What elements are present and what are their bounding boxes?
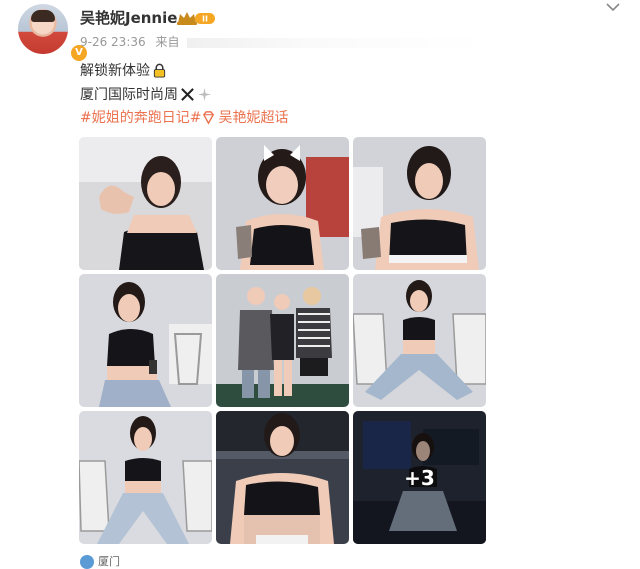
post-hashtags: #妮姐的奔跑日记# 吴艳妮超话 [80, 108, 288, 128]
supertopic-link[interactable]: 吴艳妮超话 [218, 110, 288, 126]
post-meta: 9-26 23:36 来自 [80, 33, 488, 50]
post-timestamp[interactable]: 9-26 23:36 [80, 35, 146, 49]
photo-thumbnail[interactable] [216, 137, 349, 270]
post-source-prefix: 来自 [155, 35, 180, 49]
svg-text:II: II [202, 15, 208, 24]
location-icon [80, 555, 94, 569]
post-source-blurred [187, 37, 488, 48]
post-text-line-1: 解锁新体验 [80, 61, 167, 81]
photo-thumbnail[interactable] [353, 137, 486, 270]
photo-thumbnail[interactable] [79, 411, 212, 544]
avatar[interactable]: V [18, 4, 89, 63]
location-tag[interactable]: 厦门 [80, 553, 120, 569]
photo-grid: +3 [79, 137, 487, 545]
author-name[interactable]: 吴艳妮Jennie [80, 8, 177, 28]
photo-thumbnail-more[interactable]: +3 [353, 411, 486, 544]
more-photos-count[interactable]: +3 [353, 411, 486, 544]
photo-thumbnail[interactable] [353, 274, 486, 407]
crossed-swords-icon [181, 88, 194, 101]
chevron-down-icon[interactable] [606, 2, 620, 12]
photo-thumbnail[interactable] [216, 411, 349, 544]
photo-thumbnail[interactable] [79, 137, 212, 270]
lock-icon [153, 63, 166, 78]
photo-thumbnail[interactable] [216, 274, 349, 407]
photo-thumbnail[interactable] [79, 274, 212, 407]
vip-crown-icon[interactable]: II [176, 10, 216, 26]
sparkle-icon [197, 87, 212, 102]
diamond-supertopic-icon [203, 111, 215, 125]
post-text-line-2: 厦门国际时尚周 [80, 85, 212, 105]
hashtag-link[interactable]: #妮姐的奔跑日记# [80, 110, 201, 126]
